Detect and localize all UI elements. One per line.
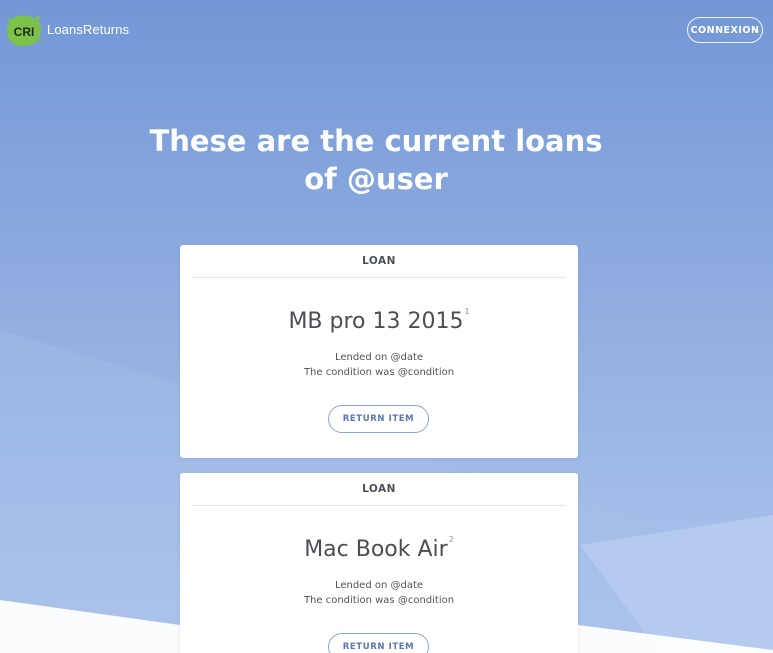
- page-title-line-1: These are the current loans: [149, 124, 603, 158]
- loan-condition: The condition was @condition: [303, 367, 455, 378]
- loan-item-index: 2: [448, 535, 454, 544]
- loan-card: LOAN Mac Book Air2 Lended on @date The c…: [180, 473, 578, 653]
- page-title-line-2: of @user: [304, 162, 448, 196]
- page-title: These are the current loans of @user: [0, 122, 752, 198]
- loan-card: LOAN MB pro 13 20151 Lended on @date The…: [180, 245, 578, 458]
- loan-item-title: Mac Book Air2: [180, 535, 578, 562]
- logo-text: CRI: [14, 25, 35, 39]
- top-navigation-bar: CRI LoansReturns CONNEXION: [0, 0, 773, 60]
- loan-lended-date: Lended on @date: [334, 352, 424, 363]
- return-item-button[interactable]: RETURN ITEM: [328, 633, 429, 653]
- loan-card-header: LOAN: [192, 473, 566, 506]
- loan-card-header: LOAN: [192, 245, 566, 278]
- return-item-button[interactable]: RETURN ITEM: [328, 405, 429, 433]
- cri-logo-icon: CRI: [7, 15, 42, 47]
- loan-item-title: MB pro 13 20151: [180, 307, 578, 334]
- loan-item-index: 1: [464, 307, 470, 316]
- loan-item-name: MB pro 13 2015: [288, 309, 464, 334]
- cri-logo[interactable]: CRI: [5, 14, 43, 48]
- loan-condition: The condition was @condition: [303, 595, 455, 606]
- connexion-button[interactable]: CONNEXION: [687, 17, 763, 43]
- loan-lended-date: Lended on @date: [334, 580, 424, 591]
- loan-item-name: Mac Book Air: [304, 537, 448, 562]
- app-name[interactable]: LoansReturns: [47, 22, 129, 37]
